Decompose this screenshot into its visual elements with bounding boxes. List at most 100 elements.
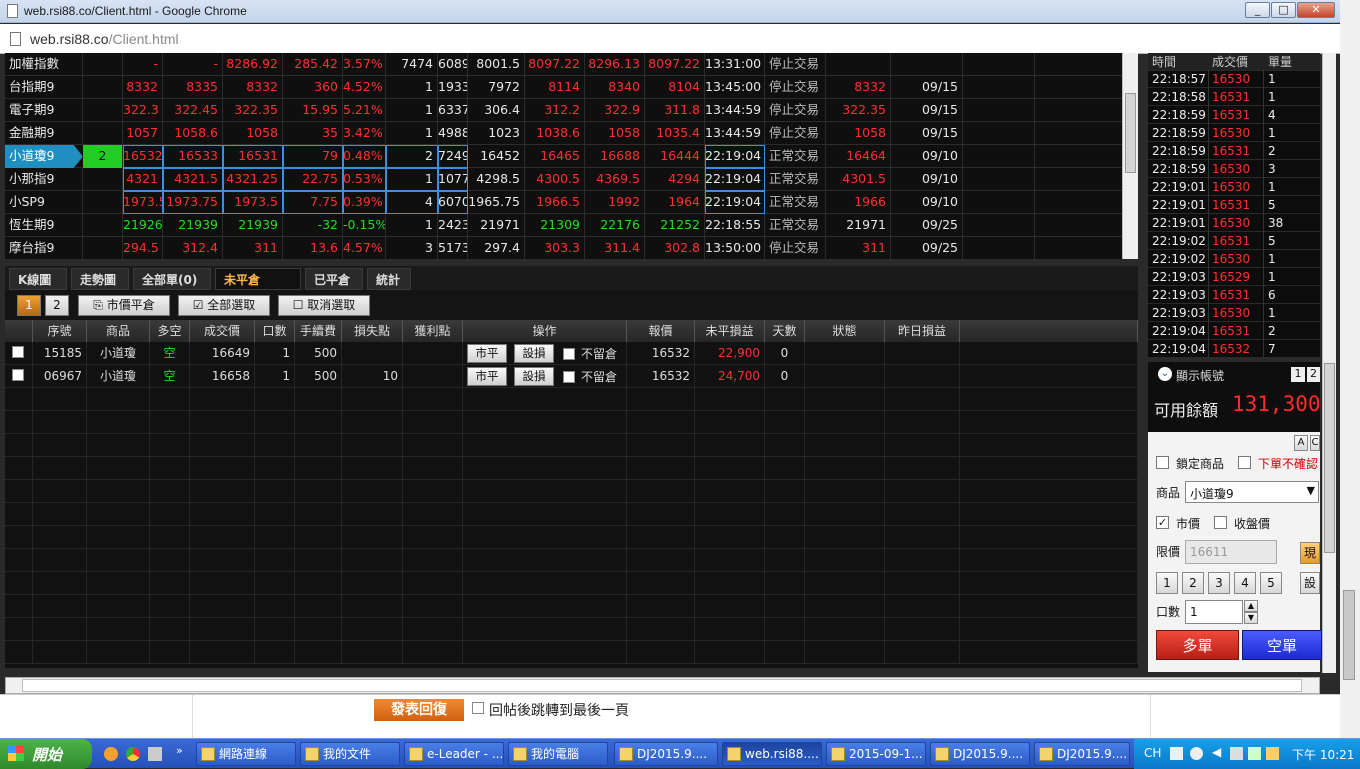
start-button[interactable]: 開始 bbox=[0, 739, 92, 769]
market-close-row-button[interactable]: 市平 bbox=[467, 344, 507, 363]
position-row[interactable]: 15185 小道瓊空 16649 1 500 市平 設損 不留倉 16532 22,900 0 bbox=[5, 342, 1138, 365]
account-page-1[interactable]: 1 bbox=[1291, 367, 1305, 382]
taskbar-item[interactable]: DJ2015.9.... bbox=[930, 742, 1030, 766]
product-select[interactable]: 小道瓊9 ▼ bbox=[1185, 481, 1319, 503]
col-header-id[interactable]: 序號 bbox=[33, 320, 87, 342]
limit-price-input[interactable]: 16611 bbox=[1185, 540, 1277, 564]
jump-last-checkbox[interactable] bbox=[472, 702, 484, 714]
col-header-fee[interactable]: 手續費 bbox=[295, 320, 342, 342]
page-2-button[interactable]: 2 bbox=[45, 295, 69, 316]
tick-scroll-thumb[interactable] bbox=[1324, 363, 1335, 553]
quote-row[interactable]: 小道瓊92165321653316531790.48%2724961645216… bbox=[5, 145, 1123, 168]
post-reply-button[interactable]: 發表回復 bbox=[374, 699, 464, 721]
maximize-button[interactable]: □ bbox=[1271, 2, 1296, 18]
outer-scrollbar[interactable] bbox=[1340, 0, 1360, 740]
tick-scrollbar[interactable] bbox=[1322, 53, 1336, 673]
now-price-button[interactable]: 現 bbox=[1300, 542, 1320, 564]
col-header-profit[interactable]: 獲利點 bbox=[403, 320, 463, 342]
tab-open-positions[interactable]: 未平倉(0,2) bbox=[215, 268, 301, 309]
close-price-checkbox[interactable] bbox=[1214, 516, 1227, 529]
qty-button-3[interactable]: 3 bbox=[1208, 572, 1230, 594]
ime-icon[interactable] bbox=[1170, 747, 1183, 760]
quote-row[interactable]: 金融期9 1057 1058.6 1058 35 3.42% 1 4988 1023 1038.6… bbox=[5, 122, 1123, 145]
col-header-pad[interactable] bbox=[960, 320, 1138, 342]
security-icon[interactable] bbox=[1266, 747, 1279, 760]
market-close-button[interactable]: ⎘ 市價平倉 bbox=[78, 295, 170, 316]
buy-button[interactable]: 多單 bbox=[1156, 630, 1239, 660]
col-header-status[interactable]: 狀態 bbox=[805, 320, 885, 342]
qty-button-2[interactable]: 2 bbox=[1182, 572, 1204, 594]
taskbar-item[interactable]: DJ2015.9.... bbox=[614, 742, 718, 766]
font-a-button[interactable]: A bbox=[1294, 435, 1308, 451]
deselect-button[interactable]: ☐ 取消選取 bbox=[278, 295, 370, 316]
font-c-button[interactable]: C bbox=[1310, 435, 1320, 451]
tab-stats[interactable]: 統計 bbox=[367, 268, 411, 290]
quote-grid[interactable]: 加權指數--8286.92285.423.57%747460891838001.… bbox=[5, 53, 1138, 259]
col-header-days[interactable]: 天數 bbox=[765, 320, 805, 342]
quote-row[interactable]: 恆生期9 21926 21939 21939 -32 -0.15% 1 2423 21971 21… bbox=[5, 214, 1123, 237]
quote-row[interactable]: 電子期9 322.3 322.45 322.35 15.95 5.21% 1 6337 306.… bbox=[5, 99, 1123, 122]
show-account-link[interactable]: 顯示帳號 bbox=[1176, 367, 1224, 384]
col-header-yday[interactable]: 昨日損益 bbox=[885, 320, 960, 342]
page-1-button[interactable]: 1 bbox=[17, 295, 41, 316]
col-header-quote[interactable]: 報價 bbox=[627, 320, 695, 342]
taskbar-item[interactable]: 我的電腦 bbox=[508, 742, 608, 766]
no-confirm-checkbox[interactable] bbox=[1238, 456, 1251, 469]
quote-row[interactable]: 小那指943214321.54321.2522.750.53%110774642… bbox=[5, 168, 1123, 191]
taskbar-item[interactable]: 我的文件 bbox=[300, 742, 400, 766]
outer-scroll-thumb[interactable] bbox=[1343, 590, 1355, 680]
set-stop-button[interactable]: 設損 bbox=[514, 344, 554, 363]
lots-up-arrow[interactable]: ▲ bbox=[1244, 600, 1258, 612]
col-header-qty[interactable]: 口數 bbox=[255, 320, 295, 342]
quote-scrollbar[interactable] bbox=[1122, 53, 1138, 259]
quote-scroll-thumb[interactable] bbox=[1125, 93, 1136, 173]
clock[interactable]: 下午 10:21 bbox=[1292, 746, 1354, 763]
market-close-row-button[interactable]: 市平 bbox=[467, 367, 507, 386]
sell-button[interactable]: 空單 bbox=[1242, 630, 1322, 660]
no-overnight-checkbox[interactable] bbox=[563, 348, 575, 360]
tab-closed[interactable]: 已平倉 bbox=[305, 268, 363, 290]
lots-down-arrow[interactable]: ▼ bbox=[1244, 612, 1258, 624]
tab-trend[interactable]: 走勢圖 bbox=[71, 268, 129, 290]
close-button[interactable]: ✕ bbox=[1297, 2, 1335, 18]
app-quicklaunch-icon[interactable] bbox=[148, 747, 162, 761]
col-header-price[interactable]: 成交價 bbox=[190, 320, 255, 342]
position-row[interactable]: 06967 小道瓊空 16658 1 500 10 市平 設損 不留倉 16532 24,700 0 bbox=[5, 365, 1138, 388]
expand-icon[interactable]: ⌄ bbox=[1158, 367, 1172, 381]
select-all-button[interactable]: ☑ 全部選取 bbox=[178, 295, 270, 316]
qty-button-4[interactable]: 4 bbox=[1234, 572, 1256, 594]
chrome-quicklaunch-icon[interactable] bbox=[126, 747, 140, 761]
col-header-check[interactable] bbox=[5, 320, 33, 342]
col-header-product[interactable]: 商品 bbox=[87, 320, 150, 342]
row-select-checkbox[interactable] bbox=[12, 369, 24, 381]
col-header-side[interactable]: 多空 bbox=[150, 320, 190, 342]
market-price-checkbox[interactable]: ✓ bbox=[1156, 516, 1169, 529]
taskbar-item[interactable]: DJ2015.9.... bbox=[1034, 742, 1130, 766]
help-icon[interactable] bbox=[1190, 747, 1203, 760]
horizontal-scrollbar[interactable] bbox=[5, 677, 1320, 694]
quote-row[interactable]: 摩台指9294.5312.431113.64.57%351730297.4303… bbox=[5, 237, 1123, 259]
taskbar-item[interactable]: e-Leader - ... bbox=[404, 742, 504, 766]
lock-product-checkbox[interactable] bbox=[1156, 456, 1169, 469]
quote-row[interactable]: 小SP91973.51973.751973.57.750.39%46070381… bbox=[5, 191, 1123, 214]
col-header-loss[interactable]: 損失點 bbox=[342, 320, 403, 342]
account-page-2[interactable]: 2 bbox=[1307, 367, 1320, 382]
col-header-ops[interactable]: 操作 bbox=[463, 320, 627, 342]
col-header-pnl[interactable]: 未平損益 bbox=[695, 320, 765, 342]
taskbar-item[interactable]: web.rsi88.... bbox=[722, 742, 822, 766]
tab-kline[interactable]: K線圖 bbox=[9, 268, 67, 290]
address-bar[interactable]: web.rsi88.co/Client.html bbox=[0, 24, 1340, 54]
network-icon[interactable] bbox=[1230, 747, 1243, 760]
lots-input[interactable]: 1 bbox=[1185, 600, 1243, 624]
taskbar-item[interactable]: 2015-09-1... bbox=[826, 742, 926, 766]
quote-row[interactable]: 加權指數--8286.92285.423.57%747460891838001.… bbox=[5, 53, 1123, 76]
tray-expand-icon[interactable]: ◀ bbox=[1212, 745, 1221, 759]
taskbar-item[interactable]: 網路連線 bbox=[196, 742, 296, 766]
qty-button-5[interactable]: 5 bbox=[1260, 572, 1282, 594]
browser-quicklaunch-icon[interactable] bbox=[104, 747, 118, 761]
set-button[interactable]: 設 bbox=[1300, 572, 1320, 594]
minimize-button[interactable]: _ bbox=[1245, 2, 1270, 18]
language-indicator[interactable]: CH bbox=[1144, 746, 1161, 760]
horizontal-scroll-thumb[interactable] bbox=[22, 679, 1302, 692]
no-overnight-checkbox[interactable] bbox=[563, 371, 575, 383]
